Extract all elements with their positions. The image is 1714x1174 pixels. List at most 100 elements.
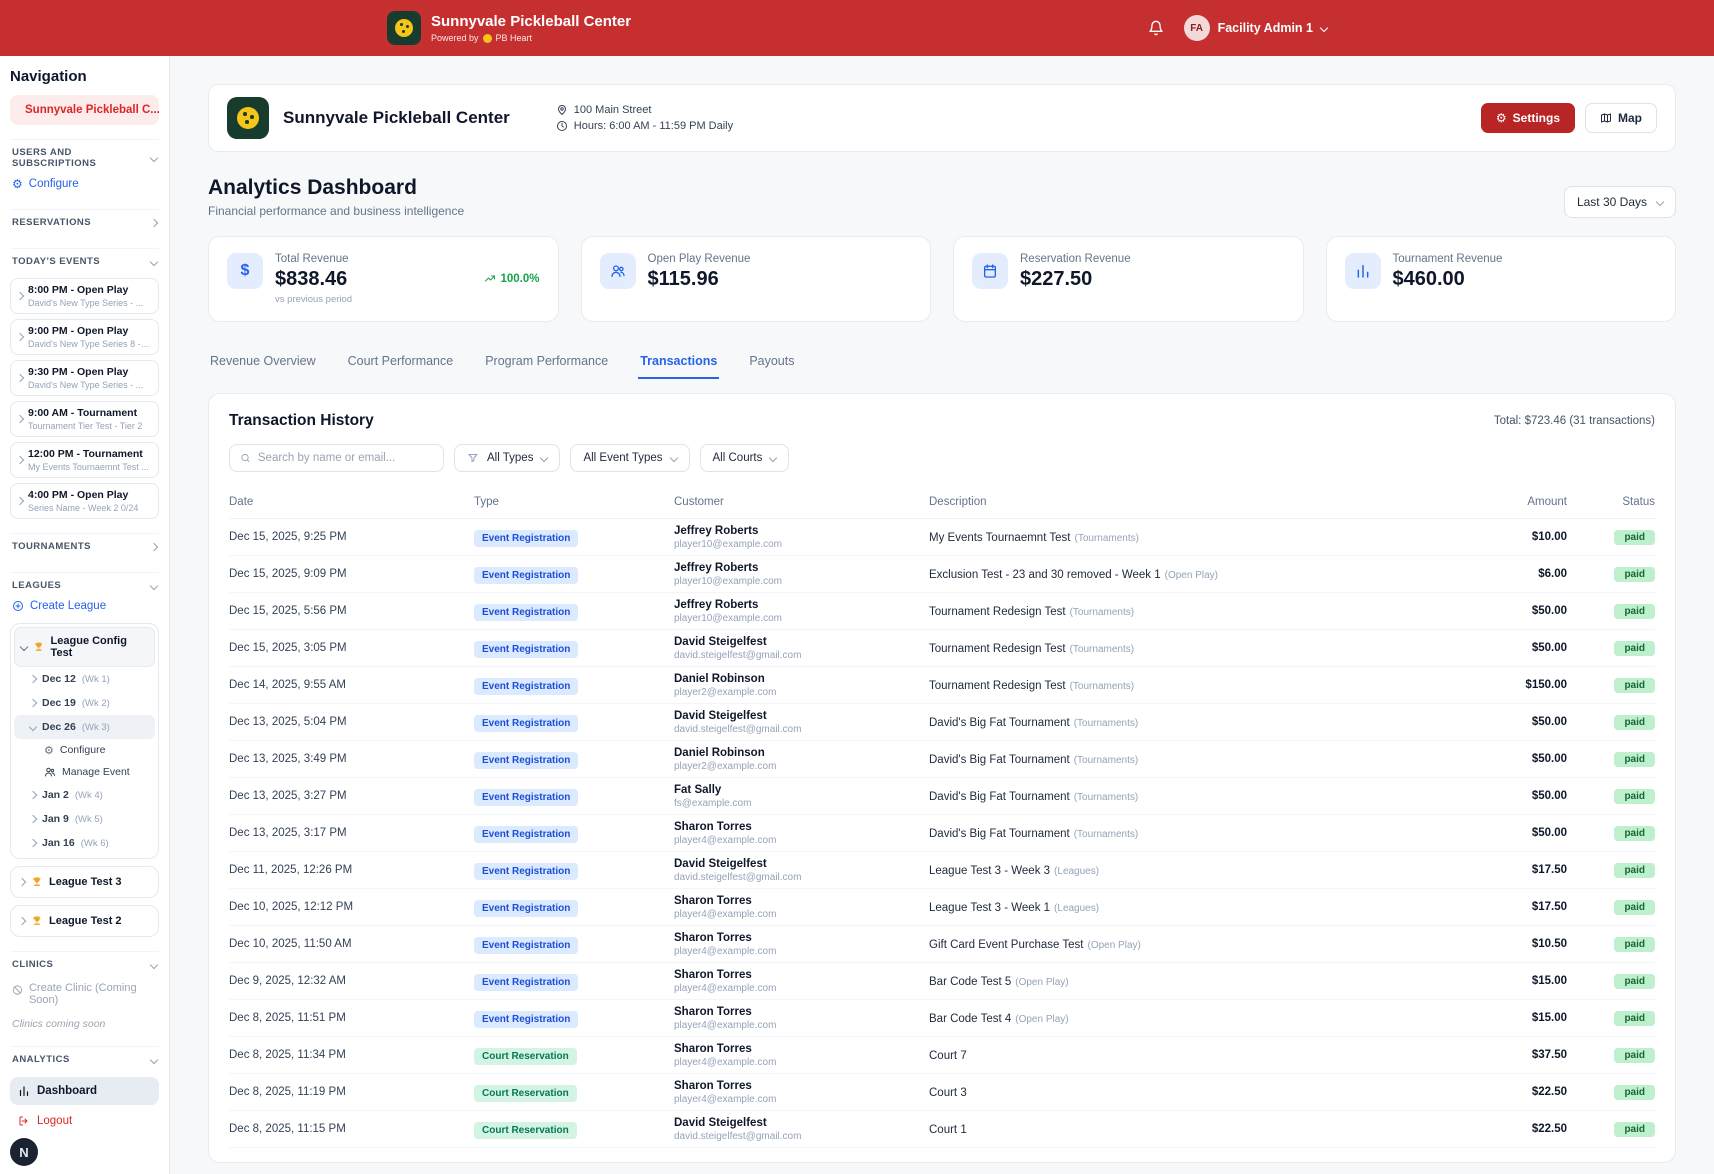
table-row[interactable]: Dec 14, 2025, 9:55 AM Event Registration… bbox=[229, 667, 1655, 704]
customer-name: Fat Sally bbox=[674, 784, 929, 796]
customer-email: player10@example.com bbox=[674, 613, 929, 624]
table-row[interactable]: Dec 8, 2025, 11:34 PM Court Reservation … bbox=[229, 1037, 1655, 1074]
table-row[interactable]: Dec 13, 2025, 3:49 PM Event Registration… bbox=[229, 741, 1655, 778]
cell-description: Gift Card Event Purchase Test bbox=[929, 939, 1083, 951]
tab[interactable]: Program Performance bbox=[483, 348, 610, 379]
today-event-item[interactable]: 4:00 PM - Open Play Series Name - Week 2… bbox=[10, 483, 159, 519]
status-badge: paid bbox=[1614, 641, 1655, 656]
facility-hours: Hours: 6:00 AM - 11:59 PM Daily bbox=[574, 120, 733, 132]
notifications-button[interactable] bbox=[1142, 14, 1170, 42]
table-row[interactable]: Dec 8, 2025, 11:19 PM Court Reservation … bbox=[229, 1074, 1655, 1111]
table-row[interactable]: Dec 8, 2025, 11:51 PM Event Registration… bbox=[229, 1000, 1655, 1037]
table-row[interactable]: Dec 11, 2025, 12:26 PM Event Registratio… bbox=[229, 852, 1655, 889]
section-users-subscriptions[interactable]: USERS AND SUBSCRIPTIONS bbox=[10, 139, 159, 175]
sidebar-item-facility[interactable]: Sunnyvale Pickleball C... bbox=[10, 95, 159, 125]
table-row[interactable]: Dec 13, 2025, 3:17 PM Event Registration… bbox=[229, 815, 1655, 852]
section-analytics[interactable]: ANALYTICS bbox=[10, 1046, 159, 1071]
tab[interactable]: Payouts bbox=[747, 348, 796, 379]
table-row[interactable]: Dec 8, 2025, 11:15 PM Court Reservation … bbox=[229, 1111, 1655, 1148]
league-tree: League Config Test Dec 12 (Wk 1) Dec 19 … bbox=[10, 623, 159, 859]
trophy-icon bbox=[31, 915, 43, 927]
section-todays-events[interactable]: TODAY'S EVENTS bbox=[10, 248, 159, 273]
chevron-icon bbox=[29, 699, 37, 707]
league-week-item[interactable]: Jan 9 (Wk 5) bbox=[14, 807, 155, 831]
league-week-item[interactable]: Dec 26 (Wk 3) bbox=[14, 715, 155, 739]
today-event-item[interactable]: 8:00 PM - Open Play David's New Type Ser… bbox=[10, 278, 159, 314]
tab[interactable]: Transactions bbox=[638, 348, 719, 379]
search-input[interactable] bbox=[258, 452, 433, 464]
chevron-right-icon bbox=[29, 815, 37, 823]
table-row[interactable]: Dec 15, 2025, 9:25 PM Event Registration… bbox=[229, 519, 1655, 556]
league-item-config-test[interactable]: League Config Test bbox=[14, 627, 155, 667]
league-item[interactable]: League Test 2 bbox=[10, 905, 159, 937]
customer-email: player10@example.com bbox=[674, 576, 929, 587]
sidebar-item-configure[interactable]: ⚙ Configure bbox=[10, 175, 159, 195]
facility-address: 100 Main Street bbox=[574, 104, 652, 116]
customer-name: Jeffrey Roberts bbox=[674, 525, 929, 537]
league-week-item[interactable]: Jan 16 (Wk 6) bbox=[14, 831, 155, 855]
dollar-icon: $ bbox=[227, 253, 263, 289]
chevron-right-icon bbox=[18, 917, 26, 925]
customer-email: player2@example.com bbox=[674, 687, 929, 698]
section-leagues[interactable]: LEAGUES bbox=[10, 572, 159, 597]
settings-button[interactable]: ⚙ Settings bbox=[1481, 103, 1575, 133]
league-week-item[interactable]: Dec 19 (Wk 2) bbox=[14, 691, 155, 715]
today-event-item[interactable]: 9:30 PM - Open Play David's New Type Ser… bbox=[10, 360, 159, 396]
table-row[interactable]: Dec 13, 2025, 5:04 PM Event Registration… bbox=[229, 704, 1655, 741]
section-clinics[interactable]: CLINICS bbox=[10, 951, 159, 976]
table-row[interactable]: Dec 9, 2025, 12:32 AM Event Registration… bbox=[229, 963, 1655, 1000]
table-row[interactable]: Dec 10, 2025, 12:12 PM Event Registratio… bbox=[229, 889, 1655, 926]
week-manage-event-link[interactable]: Manage Event bbox=[14, 761, 155, 783]
customer-name: Jeffrey Roberts bbox=[674, 562, 929, 574]
table-row[interactable]: Dec 13, 2025, 3:27 PM Event Registration… bbox=[229, 778, 1655, 815]
transactions-table-body: Dec 15, 2025, 9:25 PM Event Registration… bbox=[229, 519, 1655, 1148]
users-icon bbox=[600, 253, 636, 289]
logout-icon bbox=[18, 1115, 30, 1127]
sidebar-item-dashboard[interactable]: Dashboard bbox=[10, 1077, 159, 1105]
date-range-select[interactable]: Last 30 Days bbox=[1564, 186, 1676, 218]
description-tag: (Open Play) bbox=[1087, 940, 1140, 951]
create-league-link[interactable]: Create League bbox=[10, 597, 159, 617]
other-leagues-list: League Test 3 League Test 2 bbox=[10, 866, 159, 937]
table-row[interactable]: Dec 15, 2025, 9:09 PM Event Registration… bbox=[229, 556, 1655, 593]
cell-description: Bar Code Test 4 bbox=[929, 1013, 1011, 1025]
league-week-item[interactable]: Dec 12 (Wk 1) bbox=[14, 667, 155, 691]
customer-name: Sharon Torres bbox=[674, 821, 929, 833]
league-item[interactable]: League Test 3 bbox=[10, 866, 159, 898]
search-icon bbox=[240, 452, 251, 464]
table-row[interactable]: Dec 15, 2025, 5:56 PM Event Registration… bbox=[229, 593, 1655, 630]
map-button[interactable]: Map bbox=[1585, 103, 1657, 133]
description-tag: (Tournaments) bbox=[1070, 681, 1134, 692]
logout-button[interactable]: Logout bbox=[10, 1105, 159, 1137]
tab[interactable]: Court Performance bbox=[346, 348, 456, 379]
section-tournaments[interactable]: TOURNAMENTS bbox=[10, 533, 159, 558]
filter-all-types[interactable]: All Types bbox=[454, 444, 560, 472]
event-time: 9:30 PM - Open Play bbox=[28, 366, 143, 378]
today-event-item[interactable]: 12:00 PM - Tournament My Events Tournaem… bbox=[10, 442, 159, 478]
tab[interactable]: Revenue Overview bbox=[208, 348, 318, 379]
user-menu[interactable]: FA Facility Admin 1 bbox=[1184, 15, 1327, 41]
chevron-down-icon bbox=[150, 960, 158, 968]
section-reservations[interactable]: RESERVATIONS bbox=[10, 209, 159, 234]
filter-all-event-types[interactable]: All Event Types bbox=[570, 444, 689, 472]
cell-amount: $17.50 bbox=[1452, 901, 1567, 913]
type-badge: Court Reservation bbox=[474, 1048, 577, 1065]
customer-email: player4@example.com bbox=[674, 909, 929, 920]
chevron-right-icon bbox=[16, 292, 24, 300]
filter-all-courts[interactable]: All Courts bbox=[700, 444, 790, 472]
dev-badge[interactable]: N bbox=[10, 1138, 38, 1166]
user-name: Facility Admin 1 bbox=[1218, 21, 1313, 35]
league-week-item[interactable]: Jan 2 (Wk 4) bbox=[14, 783, 155, 807]
table-row[interactable]: Dec 15, 2025, 3:05 PM Event Registration… bbox=[229, 630, 1655, 667]
avatar: FA bbox=[1184, 15, 1210, 41]
table-row[interactable]: Dec 10, 2025, 11:50 AM Event Registratio… bbox=[229, 926, 1655, 963]
description-tag: (Tournaments) bbox=[1074, 533, 1138, 544]
today-event-item[interactable]: 9:00 AM - Tournament Tournament Tier Tes… bbox=[10, 401, 159, 437]
type-badge: Court Reservation bbox=[474, 1122, 577, 1139]
week-configure-link[interactable]: ⚙ Configure bbox=[14, 739, 155, 761]
chevron-down-icon bbox=[669, 454, 677, 462]
brand-label: PB Heart bbox=[496, 33, 533, 43]
cell-description: My Events Tournaemnt Test bbox=[929, 532, 1070, 544]
today-event-item[interactable]: 9:00 PM - Open Play David's New Type Ser… bbox=[10, 319, 159, 355]
customer-email: david.steigelfest@gmail.com bbox=[674, 724, 929, 735]
